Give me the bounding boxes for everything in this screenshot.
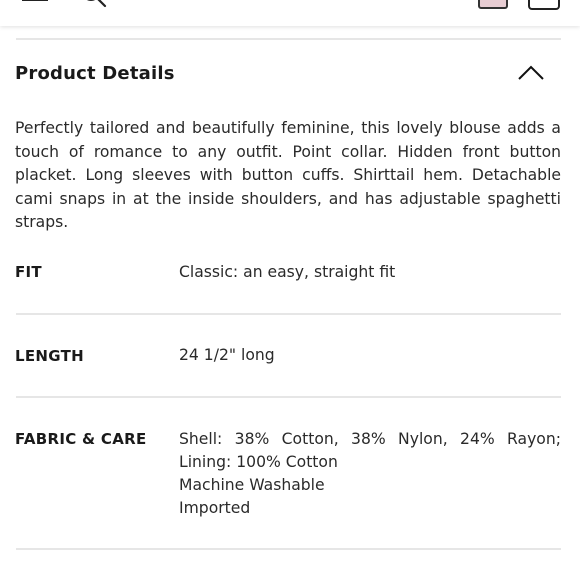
fabric-care-line: Lining: 100% Cotton — [179, 453, 338, 471]
hamburger-menu-icon[interactable] — [22, 0, 48, 2]
search-icon[interactable] — [80, 0, 108, 10]
row-divider — [16, 313, 561, 315]
fit-value: Classic: an easy, straight fit — [179, 261, 561, 284]
product-details-title[interactable]: Product Details — [15, 63, 175, 84]
fit-label: FIT — [15, 263, 42, 281]
top-navigation-bar — [0, 0, 580, 26]
shopping-bag-icon[interactable] — [478, 0, 508, 9]
length-value-line: 24 1/2" long — [179, 346, 275, 364]
product-description: Perfectly tailored and beautifully femin… — [15, 119, 561, 231]
row-divider — [16, 548, 561, 550]
length-value: 24 1/2" long — [179, 344, 561, 367]
cart-icon[interactable] — [528, 0, 560, 10]
fabric-care-line: Machine Washable — [179, 476, 325, 494]
fabric-care-line: Shell: 38% Cotton, 38% Nylon, 24% Rayon; — [179, 430, 561, 448]
chevron-up-icon[interactable] — [517, 64, 545, 82]
fit-value-line: Classic: an easy, straight fit — [179, 263, 396, 281]
fabric-care-label: FABRIC & CARE — [15, 430, 147, 448]
section-divider — [16, 38, 561, 40]
fabric-care-line: Imported — [179, 499, 251, 517]
row-divider — [16, 396, 561, 398]
length-label: LENGTH — [15, 347, 84, 365]
fabric-care-value: Shell: 38% Cotton, 38% Nylon, 24% Rayon;… — [179, 428, 561, 520]
